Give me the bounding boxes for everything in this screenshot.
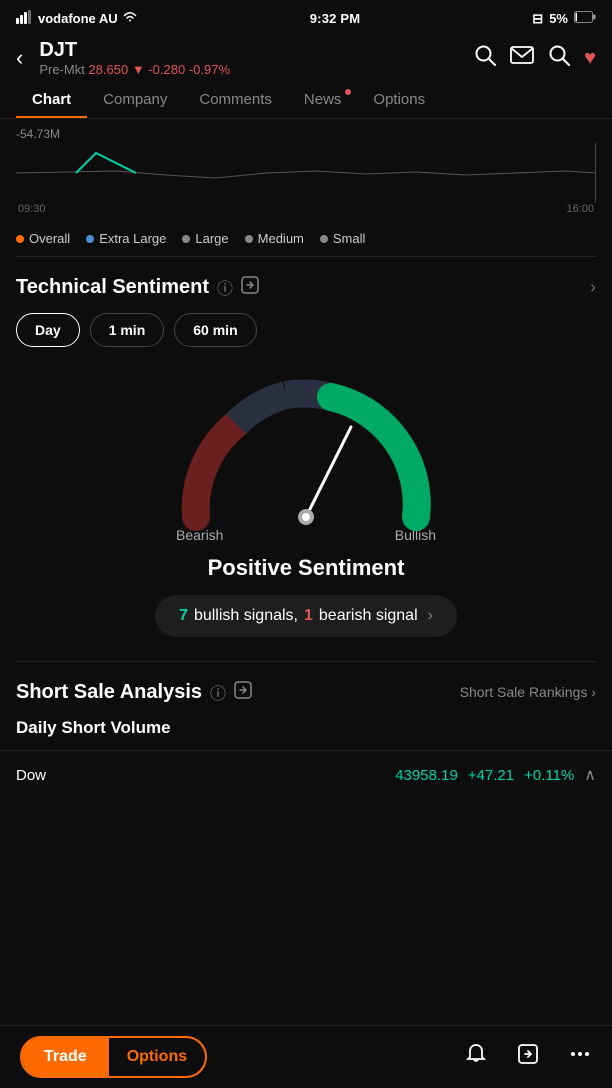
short-sale-title: Short Sale Analysis (16, 681, 202, 704)
chart-time-end: 16:00 (566, 203, 594, 215)
sentiment-header: Technical Sentiment ⓘ › (16, 275, 596, 299)
technical-sentiment-section: Technical Sentiment ⓘ › Day 1 min 60 min (0, 257, 612, 661)
tab-bar: Chart Company Comments News Options (0, 81, 612, 119)
chart-time-start: 09:30 (18, 203, 46, 215)
chart-y-label: -54.73M (16, 127, 596, 141)
tab-chart[interactable]: Chart (16, 81, 87, 118)
legend-small: Small (320, 231, 366, 246)
status-left: vodafone AU (16, 10, 138, 27)
more-icon[interactable] (568, 1042, 592, 1072)
gauge-wrap (166, 377, 446, 537)
daily-short-volume-title: Daily Short Volume (16, 718, 596, 738)
status-right: ⊟ 5% (532, 11, 596, 27)
sentiment-share-icon[interactable] (241, 276, 259, 299)
favorite-icon[interactable]: ♥ (584, 47, 596, 70)
header: ‹ DJT Pre-Mkt 28.650 ▼ -0.280 -0.97% (0, 33, 612, 81)
dow-label: Dow (16, 767, 385, 784)
dow-row[interactable]: Dow 43958.19 +47.21 +0.11% ∧ (0, 750, 612, 799)
legend-dot-overall (16, 235, 24, 243)
bottom-bar: Trade Options (0, 1025, 612, 1088)
dow-pct: +0.11% (524, 767, 574, 784)
legend-extralarge: Extra Large (86, 231, 166, 246)
bearish-signal-count: 1 (304, 607, 313, 625)
options-button[interactable]: Options (109, 1038, 205, 1076)
period-60min-button[interactable]: 60 min (174, 313, 256, 347)
period-day-button[interactable]: Day (16, 313, 80, 347)
legend-medium: Medium (245, 231, 304, 246)
rankings-chevron-icon: › (591, 684, 596, 700)
signals-pill[interactable]: 7 bullish signals, 1 bearish signal › (155, 595, 457, 637)
short-sale-header: Short Sale Analysis ⓘ Short Sale Ranking… (16, 680, 596, 704)
premarket-change: -0.280 (148, 62, 185, 77)
battery-pct: 5% (549, 11, 568, 26)
tab-options[interactable]: Options (357, 81, 441, 118)
legend-label-small: Small (333, 231, 366, 246)
premarket-pct: -0.97% (189, 62, 230, 77)
alert-bell-icon[interactable] (464, 1042, 488, 1072)
tab-company[interactable]: Company (87, 81, 183, 118)
hotspot-icon: ⊟ (532, 11, 543, 27)
sentiment-title: Technical Sentiment (16, 276, 209, 299)
battery-icon (574, 11, 596, 26)
share-icon[interactable] (516, 1042, 540, 1072)
chart-time-row: 09:30 16:00 (16, 203, 596, 215)
premarket-label: Pre-Mkt (39, 62, 85, 77)
search-icon-2[interactable] (548, 44, 570, 72)
dow-change: +47.21 (468, 767, 514, 784)
short-sale-section: Short Sale Analysis ⓘ Short Sale Ranking… (0, 662, 612, 738)
legend-large: Large (182, 231, 228, 246)
short-sale-rankings-link[interactable]: Short Sale Rankings › (460, 684, 596, 700)
signals-arrow-icon: › (428, 607, 433, 625)
gauge-container: Bearish Bullish Positive Sentiment 7 bul… (16, 367, 596, 661)
trade-button[interactable]: Trade (22, 1038, 109, 1076)
legend-overall: Overall (16, 231, 70, 246)
bottom-icons (464, 1042, 592, 1072)
time-period-buttons: Day 1 min 60 min (16, 313, 596, 347)
ticker-symbol: DJT (39, 39, 464, 62)
search-icon[interactable] (474, 44, 496, 72)
bullish-signal-label: bullish signals, (194, 607, 298, 625)
sentiment-chevron-icon[interactable]: › (590, 277, 596, 298)
trade-options-group: Trade Options (20, 1036, 207, 1078)
legend-dot-small (320, 235, 328, 243)
chart-area: -54.73M 09:30 16:00 (0, 119, 612, 215)
sentiment-info-icon[interactable]: ⓘ (217, 275, 233, 299)
bottom-spacer (0, 799, 612, 879)
legend-row: Overall Extra Large Large Medium Small (0, 221, 612, 256)
premarket-price: 28.650 (88, 62, 128, 77)
tab-news[interactable]: News (288, 81, 358, 118)
mail-icon[interactable] (510, 46, 534, 70)
back-button[interactable]: ‹ (16, 45, 29, 71)
rankings-label: Short Sale Rankings (460, 684, 588, 700)
chart-svg (16, 143, 596, 203)
signal-bars-icon (16, 10, 34, 27)
legend-dot-large (182, 235, 190, 243)
carrier-label: vodafone AU (38, 11, 118, 26)
sentiment-result-text: Positive Sentiment (208, 555, 405, 581)
status-time: 9:32 PM (310, 11, 361, 26)
dow-chevron-icon: ∧ (584, 765, 596, 785)
legend-label-overall: Overall (29, 231, 70, 246)
short-sale-share-icon[interactable] (234, 681, 252, 704)
tab-comments[interactable]: Comments (183, 81, 288, 118)
legend-label-medium: Medium (258, 231, 304, 246)
bullish-signal-count: 7 (179, 607, 188, 625)
bearish-signal-label: bearish signal (319, 607, 418, 625)
wifi-icon (122, 11, 138, 26)
legend-dot-extralarge (86, 235, 94, 243)
ticker-info: DJT Pre-Mkt 28.650 ▼ -0.280 -0.97% (39, 39, 464, 77)
period-1min-button[interactable]: 1 min (90, 313, 165, 347)
legend-dot-medium (245, 235, 253, 243)
header-icons: ♥ (474, 44, 596, 72)
gauge-svg (166, 377, 446, 537)
dow-price: 43958.19 (395, 767, 458, 784)
legend-label-large: Large (195, 231, 228, 246)
legend-label-extralarge: Extra Large (99, 231, 166, 246)
status-bar: vodafone AU 9:32 PM ⊟ 5% (0, 0, 612, 33)
ticker-premarket: Pre-Mkt 28.650 ▼ -0.280 -0.97% (39, 62, 464, 77)
chart-visual[interactable] (16, 143, 596, 203)
short-sale-info-icon[interactable]: ⓘ (210, 680, 226, 704)
down-arrow-icon: ▼ (132, 62, 145, 77)
